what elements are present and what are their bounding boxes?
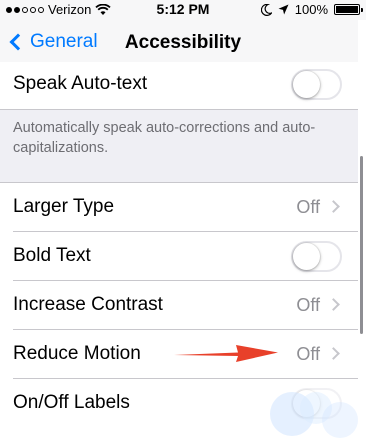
scroll-indicator[interactable]	[360, 156, 363, 334]
moon-icon	[260, 3, 272, 16]
increase-contrast-row[interactable]: Increase Contrast Off	[0, 281, 358, 330]
larger-type-row[interactable]: Larger Type Off	[0, 183, 358, 232]
red-annotation-arrow-icon	[174, 345, 278, 362]
status-right: 100%	[260, 2, 363, 17]
increase-contrast-value: Off	[296, 295, 320, 315]
speak-auto-text-label: Speak Auto-text	[13, 73, 148, 94]
watermark-logo-icon	[270, 392, 358, 438]
bold-text-label: Bold Text	[13, 245, 91, 266]
larger-type-label: Larger Type	[13, 196, 115, 217]
toggle-knob	[293, 71, 320, 98]
navigation-bar: General Accessibility	[0, 20, 366, 68]
chevron-right-icon	[327, 298, 340, 311]
bold-text-toggle[interactable]	[291, 241, 342, 272]
bold-text-row: Bold Text	[0, 232, 358, 281]
battery-percent: 100%	[294, 2, 328, 17]
page-title: Accessibility	[124, 32, 242, 53]
on-off-labels-label: On/Off Labels	[13, 392, 130, 413]
speak-auto-text-row: Speak Auto-text	[0, 62, 358, 110]
speak-auto-text-toggle[interactable]	[291, 69, 342, 100]
reduce-motion-value: Off	[296, 344, 320, 364]
toggle-knob	[293, 243, 320, 270]
divider	[0, 109, 358, 110]
status-bar: Verizon 5:12 PM 100%	[0, 0, 366, 20]
larger-type-value: Off	[296, 197, 320, 217]
increase-contrast-label: Increase Contrast	[13, 294, 163, 315]
location-arrow-icon	[278, 4, 289, 15]
speak-auto-text-footer: Automatically speak auto-corrections and…	[13, 120, 316, 156]
battery-icon	[334, 4, 363, 15]
chevron-right-icon	[327, 347, 340, 360]
chevron-right-icon	[327, 200, 340, 213]
reduce-motion-label: Reduce Motion	[13, 343, 141, 364]
